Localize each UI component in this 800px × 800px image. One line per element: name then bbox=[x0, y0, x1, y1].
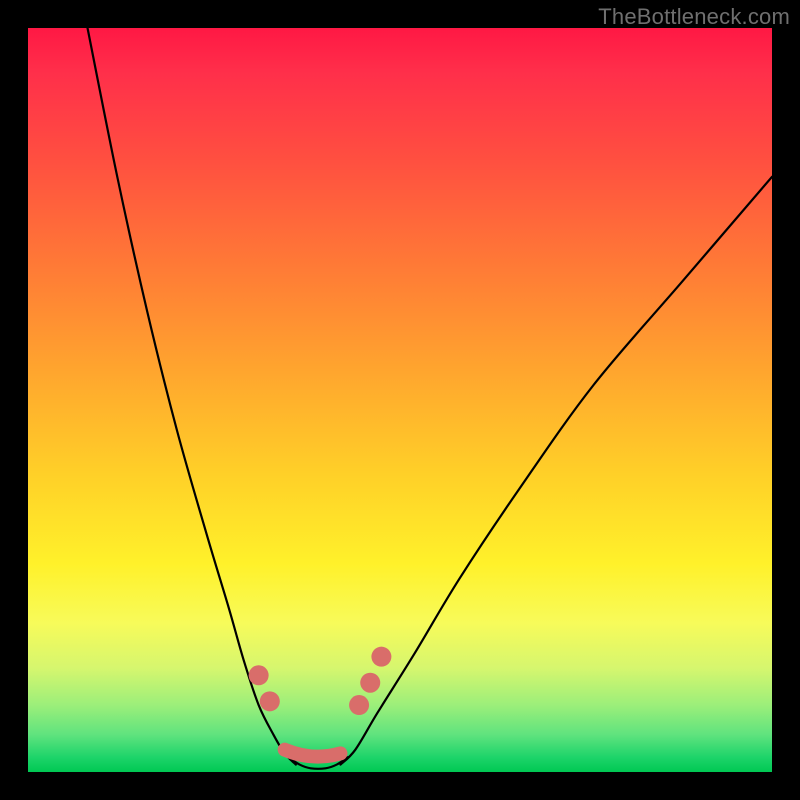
right-curve bbox=[340, 177, 772, 765]
marker-left-lower bbox=[260, 691, 280, 711]
outer-frame: TheBottleneck.com bbox=[0, 0, 800, 800]
left-curve bbox=[88, 28, 296, 765]
plot-area bbox=[28, 28, 772, 772]
marker-group bbox=[249, 647, 392, 757]
marker-left-upper bbox=[249, 665, 269, 685]
marker-right-lower bbox=[349, 695, 369, 715]
chart-svg bbox=[28, 28, 772, 772]
watermark-text: TheBottleneck.com bbox=[598, 4, 790, 30]
marker-bottom-run bbox=[285, 750, 341, 757]
marker-right-mid bbox=[360, 673, 380, 693]
marker-right-upper bbox=[371, 647, 391, 667]
